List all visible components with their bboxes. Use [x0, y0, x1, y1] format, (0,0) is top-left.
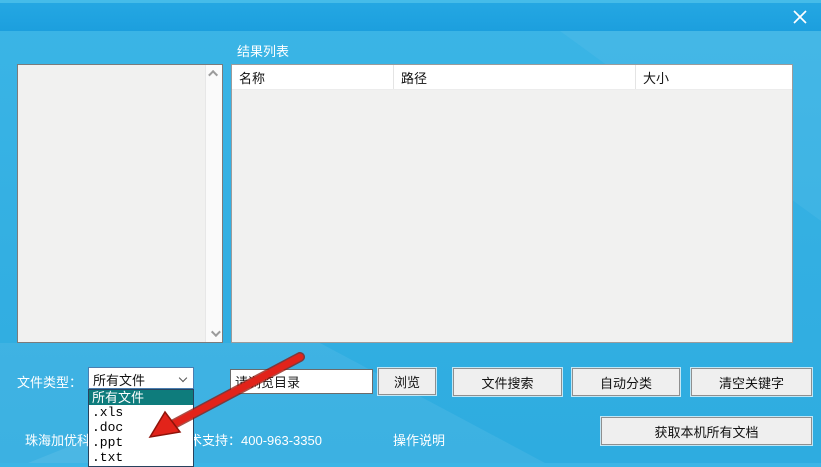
option-all-files[interactable]: 所有文件	[89, 390, 193, 405]
file-type-selected-value: 所有文件	[93, 373, 146, 388]
option-ppt[interactable]: .ppt	[89, 435, 193, 450]
scroll-up-button[interactable]	[206, 65, 222, 82]
footer-support-text: 术支持：400-963-3350	[189, 433, 322, 448]
results-list-label: 结果列表	[237, 44, 290, 59]
title-bar-highlight	[0, 0, 821, 3]
browse-button[interactable]: 浏览	[378, 368, 436, 395]
file-search-button[interactable]: 文件搜索	[453, 368, 562, 396]
results-table-header: 名称 路径 大小	[232, 65, 792, 90]
footer-brand-text: 珠海加优科	[25, 433, 91, 448]
file-type-label: 文件类型：	[17, 375, 83, 390]
help-link[interactable]: 操作说明	[393, 430, 445, 449]
column-header-path[interactable]: 路径	[394, 65, 636, 89]
column-header-size[interactable]: 大小	[636, 65, 792, 89]
file-type-combobox[interactable]: 所有文件	[88, 367, 194, 389]
get-all-documents-button[interactable]: 获取本机所有文档	[601, 417, 812, 445]
option-doc[interactable]: .doc	[89, 420, 193, 435]
clear-keywords-button[interactable]: 清空关键字	[691, 368, 812, 396]
chevron-down-icon	[178, 373, 188, 383]
close-button[interactable]	[788, 5, 812, 29]
column-header-name[interactable]: 名称	[232, 65, 394, 89]
chevron-up-icon	[207, 69, 218, 80]
chevron-down-icon	[210, 327, 221, 338]
keyword-listbox[interactable]	[17, 64, 223, 343]
file-type-dropdown-list[interactable]: 所有文件 .xls .doc .ppt .txt	[88, 389, 194, 467]
auto-classify-button[interactable]: 自动分类	[572, 368, 680, 396]
results-table[interactable]: 名称 路径 大小	[231, 64, 793, 343]
title-bar	[0, 0, 821, 31]
directory-input[interactable]	[230, 369, 373, 394]
close-icon	[793, 10, 807, 24]
scroll-down-button[interactable]	[206, 325, 222, 342]
option-xls[interactable]: .xls	[89, 405, 193, 420]
listbox-scrollbar[interactable]	[205, 65, 222, 342]
